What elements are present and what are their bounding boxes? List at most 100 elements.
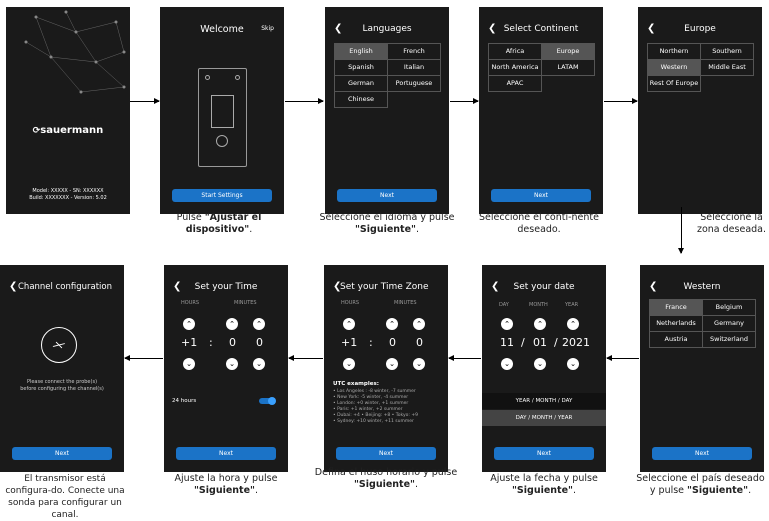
- language-option[interactable]: Italian: [388, 60, 441, 76]
- western-screen: ❮ Western France Belgium Netherlands Ger…: [640, 265, 764, 472]
- next-button[interactable]: Next: [336, 447, 436, 460]
- date-format-option-selected[interactable]: DAY / MONTH / YEAR: [482, 410, 606, 426]
- utc-example: • Sydney: +10 winter, +11 summer: [333, 419, 414, 424]
- caption-highlight: "Siguiente": [193, 485, 255, 496]
- model-text: Model: XXXXX - SN: XXXXXX: [32, 188, 104, 194]
- zone-option[interactable]: Rest Of Europe: [648, 76, 701, 92]
- set-time-screen: ❮ Set your Time HOURS MINUTES ⌃ ⌃ ⌃ +1 :…: [164, 265, 288, 472]
- minutes-down-icon[interactable]: ⌄: [386, 358, 398, 370]
- minutes-down-icon[interactable]: ⌄: [413, 358, 425, 370]
- minutes-value: 0: [389, 336, 396, 349]
- flow-arrow: [604, 98, 638, 104]
- year-label: YEAR: [565, 302, 579, 308]
- start-settings-button[interactable]: Start Settings: [172, 189, 272, 202]
- device-illustration: [198, 68, 247, 167]
- probe-plug-icon: ⌿: [33, 319, 85, 371]
- skip-link[interactable]: Skip: [261, 25, 274, 32]
- country-option[interactable]: France: [650, 300, 703, 316]
- connect-probe-message-line2: before configuring the channel(s): [20, 386, 104, 392]
- set-time-zone-title: Set your Time Zone: [340, 282, 429, 292]
- continent-option[interactable]: LATAM: [542, 60, 595, 76]
- back-arrow-icon[interactable]: ❮: [9, 281, 17, 292]
- language-option[interactable]: French: [388, 44, 441, 60]
- next-button[interactable]: Next: [494, 447, 594, 460]
- minutes-up-icon[interactable]: ⌃: [226, 318, 238, 330]
- minutes-value: 0: [229, 336, 236, 349]
- language-option[interactable]: English: [335, 44, 388, 60]
- caption-text: .: [414, 479, 419, 490]
- hours-down-icon[interactable]: ⌄: [343, 358, 355, 370]
- hours-up-icon[interactable]: ⌃: [343, 318, 355, 330]
- caption-highlight: "Siguiente": [687, 485, 749, 496]
- caption-text: Seleccione el idioma y pulse: [319, 212, 455, 223]
- europe-title: Europe: [684, 24, 716, 34]
- flow-arrow: [130, 98, 160, 104]
- minutes-down-icon[interactable]: ⌄: [226, 358, 238, 370]
- year-up-icon[interactable]: ⌃: [567, 318, 579, 330]
- country-option[interactable]: Netherlands: [650, 316, 703, 332]
- language-option[interactable]: German: [335, 76, 388, 92]
- zone-option[interactable]: Southern: [701, 44, 754, 60]
- caption-step-7: Ajuste la fecha y pulse "Siguiente".: [481, 473, 607, 497]
- continent-option[interactable]: Africa: [489, 44, 542, 60]
- next-button[interactable]: Next: [176, 447, 276, 460]
- zone-option[interactable]: Western: [648, 60, 701, 76]
- caption-highlight: "Siguiente": [511, 485, 573, 496]
- next-button[interactable]: Next: [491, 189, 591, 202]
- hours-up-icon[interactable]: ⌃: [183, 318, 195, 330]
- date-format-option[interactable]: YEAR / MONTH / DAY: [482, 393, 606, 409]
- caption-text: Pulse: [176, 212, 205, 223]
- caption-text: Ajuste la hora y pulse: [174, 473, 278, 484]
- month-down-icon[interactable]: ⌄: [534, 358, 546, 370]
- flow-arrow-down: [678, 207, 684, 254]
- welcome-screen: Welcome Skip Start Settings: [160, 7, 284, 214]
- year-down-icon[interactable]: ⌄: [567, 358, 579, 370]
- caption-text: .: [572, 485, 577, 496]
- country-option[interactable]: Germany: [703, 316, 756, 332]
- minutes-label: MINUTES: [234, 300, 257, 306]
- europe-screen: ❮ Europe Northern Southern Western Middl…: [638, 7, 762, 214]
- zone-option[interactable]: Northern: [648, 44, 701, 60]
- set-time-zone-screen: ❮ Set your Time Zone HOURS MINUTES ⌃ ⌃ ⌃…: [324, 265, 448, 472]
- language-option[interactable]: Chinese: [335, 92, 388, 108]
- flow-arrow: [124, 355, 163, 361]
- flow-arrow: [450, 98, 479, 104]
- caption-step-10: El transmisor está configura-do. Conecte…: [5, 474, 125, 520]
- month-value: 01: [533, 336, 547, 349]
- language-option[interactable]: Spanish: [335, 60, 388, 76]
- minutes-up-icon[interactable]: ⌃: [413, 318, 425, 330]
- month-up-icon[interactable]: ⌃: [534, 318, 546, 330]
- minutes-up-icon[interactable]: ⌃: [253, 318, 265, 330]
- minutes-up-icon[interactable]: ⌃: [386, 318, 398, 330]
- caption-text: .: [249, 224, 253, 235]
- next-button[interactable]: Next: [337, 189, 437, 202]
- hours-down-icon[interactable]: ⌄: [183, 358, 195, 370]
- caption-highlight: "Siguiente": [353, 479, 415, 490]
- day-label: DAY: [499, 302, 509, 308]
- zone-option[interactable]: Middle East: [701, 60, 754, 76]
- minutes-value: 0: [416, 336, 423, 349]
- set-date-screen: ❮ Set your date DAY MONTH YEAR ⌃ ⌃ ⌃ 11 …: [482, 265, 606, 472]
- minutes-label: MINUTES: [394, 300, 417, 306]
- hours-label: HOURS: [181, 300, 200, 306]
- day-up-icon[interactable]: ⌃: [501, 318, 513, 330]
- continent-option[interactable]: North America: [489, 60, 542, 76]
- day-down-icon[interactable]: ⌄: [501, 358, 513, 370]
- 24-hours-toggle[interactable]: [259, 397, 276, 405]
- country-option[interactable]: Austria: [650, 332, 703, 348]
- caption-step-2: Pulse "Ajustar el dispositivo".: [144, 212, 294, 236]
- next-button[interactable]: Next: [652, 447, 752, 460]
- caption-text: .: [415, 224, 420, 235]
- continent-option[interactable]: APAC: [489, 76, 542, 92]
- language-option[interactable]: Portuguese: [388, 76, 441, 92]
- date-separator: /: [521, 336, 525, 349]
- country-option[interactable]: Belgium: [703, 300, 756, 316]
- flow-arrow: [448, 355, 481, 361]
- next-button[interactable]: Next: [12, 447, 112, 460]
- minutes-down-icon[interactable]: ⌄: [253, 358, 265, 370]
- channel-configuration-screen: ❮ Channel configuration ⌿ Please connect…: [0, 265, 124, 472]
- hours-value: +1: [181, 336, 198, 349]
- hours-label: HOURS: [341, 300, 360, 306]
- continent-option[interactable]: Europe: [542, 44, 595, 60]
- country-option[interactable]: Switzerland: [703, 332, 756, 348]
